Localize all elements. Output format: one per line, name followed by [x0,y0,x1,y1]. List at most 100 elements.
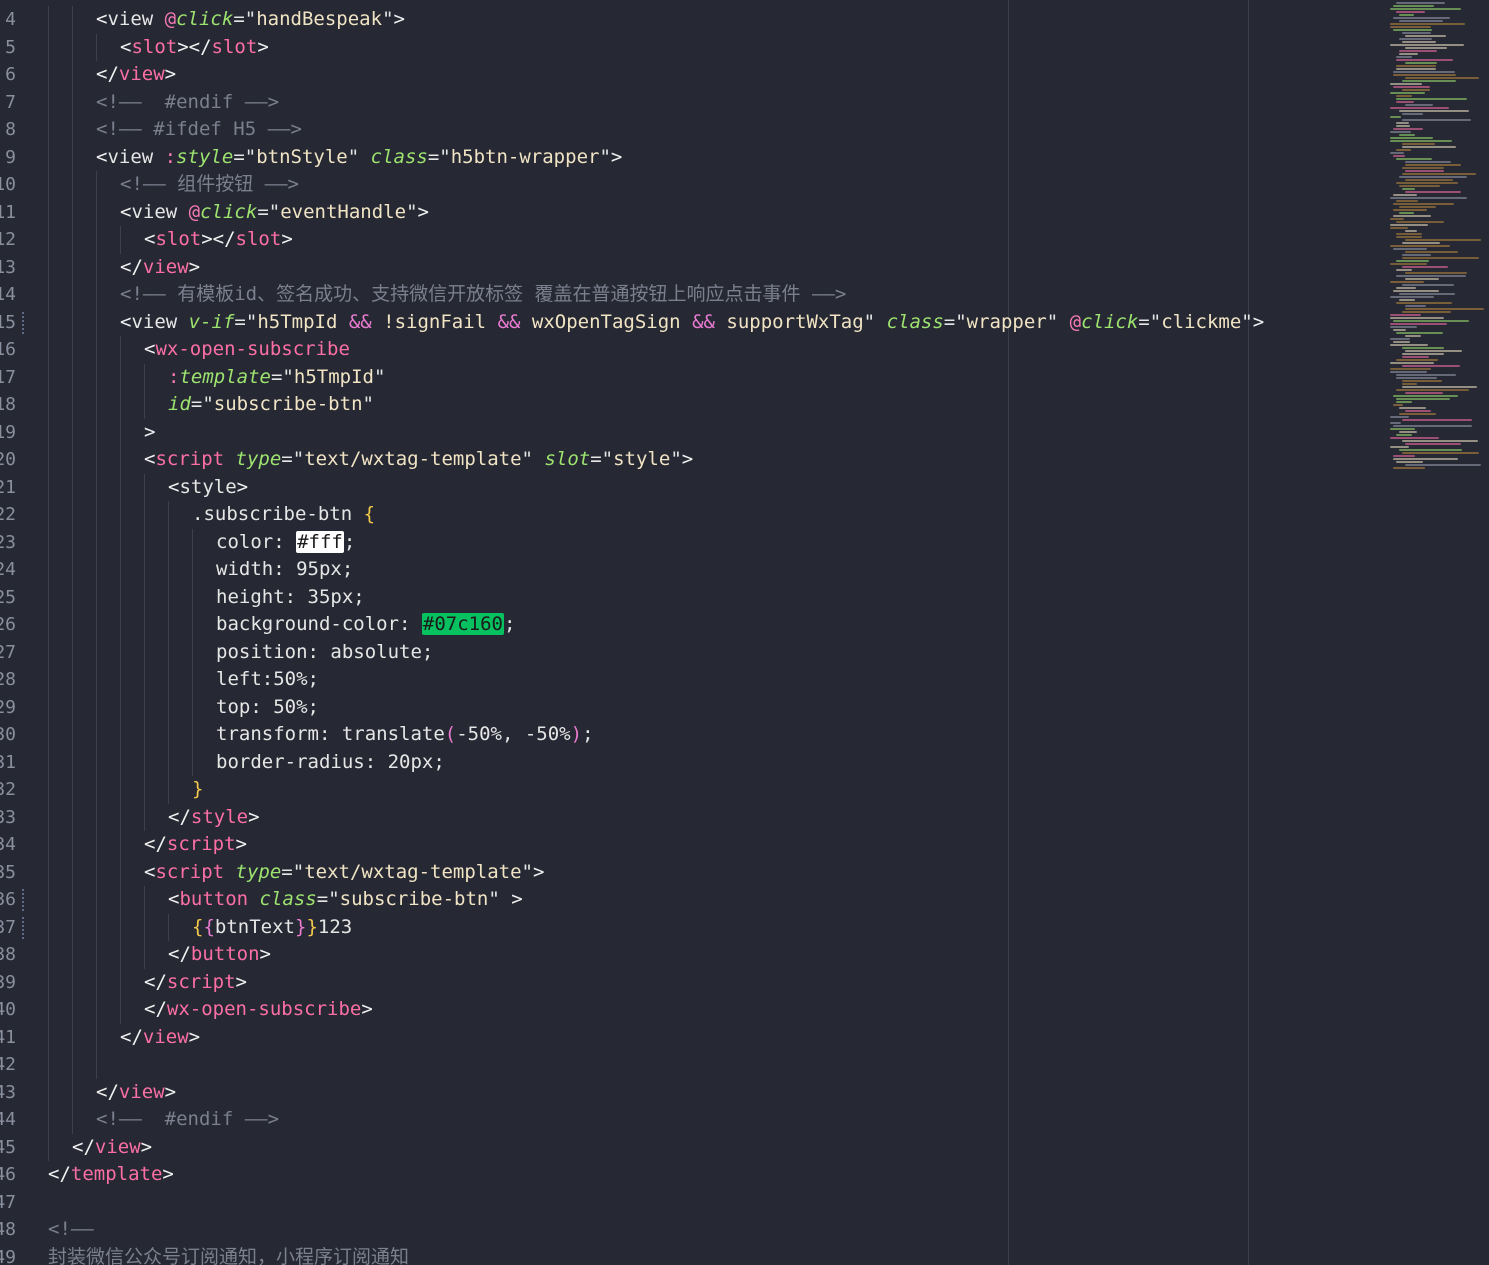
code-line[interactable]: 9 <view :style="btnStyle" class="h5btn-wr… [0,143,1380,171]
code-line[interactable]: 44 <!—— #endif ——> [0,1106,1380,1134]
code-line[interactable]: 43 </view> [0,1078,1380,1106]
minimap-line [1390,368,1431,370]
minimap-line [1390,416,1409,418]
minimap-line [1396,434,1412,436]
code-line[interactable]: 48 <!—— [0,1216,1380,1244]
minimap-line [1396,65,1436,67]
minimap-line [1393,74,1456,76]
minimap[interactable] [1382,0,1489,1265]
minimap-line [1399,185,1440,187]
code-line[interactable]: 11<view @click="eventHandle"> [0,198,1380,226]
code-line[interactable]: 24 width: 95px; [0,556,1380,584]
code-line[interactable]: 10 <!—— 组件按钮 ——> [0,171,1380,199]
code-line[interactable]: 46 </template> [0,1161,1380,1189]
indent-guide [120,693,121,721]
code-editor[interactable]: 4 <view @click="handBespeak"> 5 <slot></slo… [0,0,1380,1265]
minimap-line [1393,467,1425,469]
indent-guide [72,721,73,749]
minimap-line [1390,446,1409,448]
code-line[interactable]: 22 .subscribe-btn { [0,501,1380,529]
code-line[interactable]: 42 [0,1051,1380,1079]
code-token: > [533,860,545,883]
code-line[interactable]: 33 </style> [0,803,1380,831]
line-number: 36 [0,889,16,910]
code-text: <slot></slot> [120,34,269,62]
code-line[interactable]: 27 position: absolute; [0,638,1380,666]
code-line[interactable]: 21 <style> [0,473,1380,501]
code-text: </view> [96,61,176,89]
minimap-line [1396,122,1409,124]
indent-guide [48,198,49,226]
code-line[interactable]: 8 <!—— #ifdef H5 ——> [0,116,1380,144]
line-number: 7 [5,91,16,113]
code-token: script [166,970,236,993]
code-text: </wx-open-subscribe> [144,996,373,1024]
code-line[interactable]: 38 </button> [0,941,1380,969]
indent-guide [48,226,49,254]
code-token: @ [188,200,201,223]
minimap-line [1396,125,1410,127]
code-line[interactable]: 30 transform: translate(-50%, -50%); [0,721,1380,749]
code-line[interactable]: 20<script type="text/wxtag-template" slo… [0,446,1380,474]
indent-guide [72,638,73,666]
minimap-line [1396,287,1416,289]
indent-guide [96,1023,97,1051]
code-line[interactable]: 28 left:50%; [0,666,1380,694]
indent-guide [96,253,97,281]
line-number: 26 [0,614,16,635]
code-token: = [1138,310,1150,333]
indent-guide [72,611,73,639]
line-number: 32 [0,779,16,800]
code-line[interactable]: 35<script type="text/wxtag-template"> [0,858,1380,886]
code-line[interactable]: 36<button class="subscribe-btn" > [0,886,1380,914]
indent-guide [168,721,169,749]
code-line[interactable]: 40 </wx-open-subscribe> [0,996,1380,1024]
code-line[interactable]: 34 </script> [0,831,1380,859]
minimap-line [1402,383,1417,385]
code-line[interactable]: 18id="subscribe-btn" [0,391,1380,419]
code-line[interactable]: 16 <wx-open-subscribe [0,336,1380,364]
code-line[interactable]: 31 border-radius: 20px; [0,748,1380,776]
code-line[interactable]: 19 > [0,418,1380,446]
code-line[interactable]: 47 [0,1189,1380,1217]
code-line[interactable]: 4 <view @click="handBespeak"> [0,6,1380,34]
code-token: click [200,200,258,223]
code-line[interactable]: 6 </view> [0,61,1380,89]
code-line[interactable]: 39 </script> [0,968,1380,996]
code-line[interactable]: 12<slot></slot> [0,226,1380,254]
code-line[interactable]: 23 color: #fff; [0,528,1380,556]
code-text: <view v-if="h5TmpId && !signFail && wxOp… [120,309,1264,337]
code-token: < [120,310,132,333]
code-token: style [190,805,249,828]
indent-guide [72,803,73,831]
minimap-line [1402,167,1444,169]
code-line[interactable]: 17:template="h5TmpId" [0,363,1380,391]
code-line[interactable]: 37{{btnText}}123 [0,913,1380,941]
code-line[interactable]: 41 </view> [0,1023,1380,1051]
minimap-line [1402,440,1478,442]
code-token: = [316,888,329,910]
line-number: 38 [0,944,16,965]
code-token: " [382,8,394,30]
code-line[interactable]: 5 <slot></slot> [0,33,1380,62]
code-text: } [192,776,203,804]
code-line[interactable]: 13 </view> [0,253,1380,281]
code-line[interactable]: 14 <!—— 有模板id、签名成功、支持微信开放标签 覆盖在普通按钮上响应点击事… [0,281,1380,309]
code-token: left:50%; [216,668,319,690]
code-line[interactable]: 49 封装微信公众号订阅通知，小程序订阅通知 [0,1244,1380,1265]
minimap-line [1405,230,1417,232]
code-line[interactable]: 32} [0,776,1380,804]
code-line[interactable]: 26 background-color: #07c160; [0,611,1380,639]
minimap-line [1390,344,1428,346]
code-line[interactable]: 25 height: 35px; [0,583,1380,611]
minimap-line [1405,464,1481,466]
code-line[interactable]: 45 </view> [0,1133,1380,1161]
code-token: <!—— [48,1218,94,1240]
minimap-line [1390,152,1404,154]
minimap-line [1405,350,1462,352]
code-line[interactable]: 29 top: 50%; [0,693,1380,721]
code-line[interactable]: 15<view v-if="h5TmpId && !signFail && wx… [0,308,1380,337]
code-token: && [692,310,715,333]
code-line[interactable]: 7 <!—— #endif ——> [0,88,1380,116]
minimap-line [1390,224,1428,226]
